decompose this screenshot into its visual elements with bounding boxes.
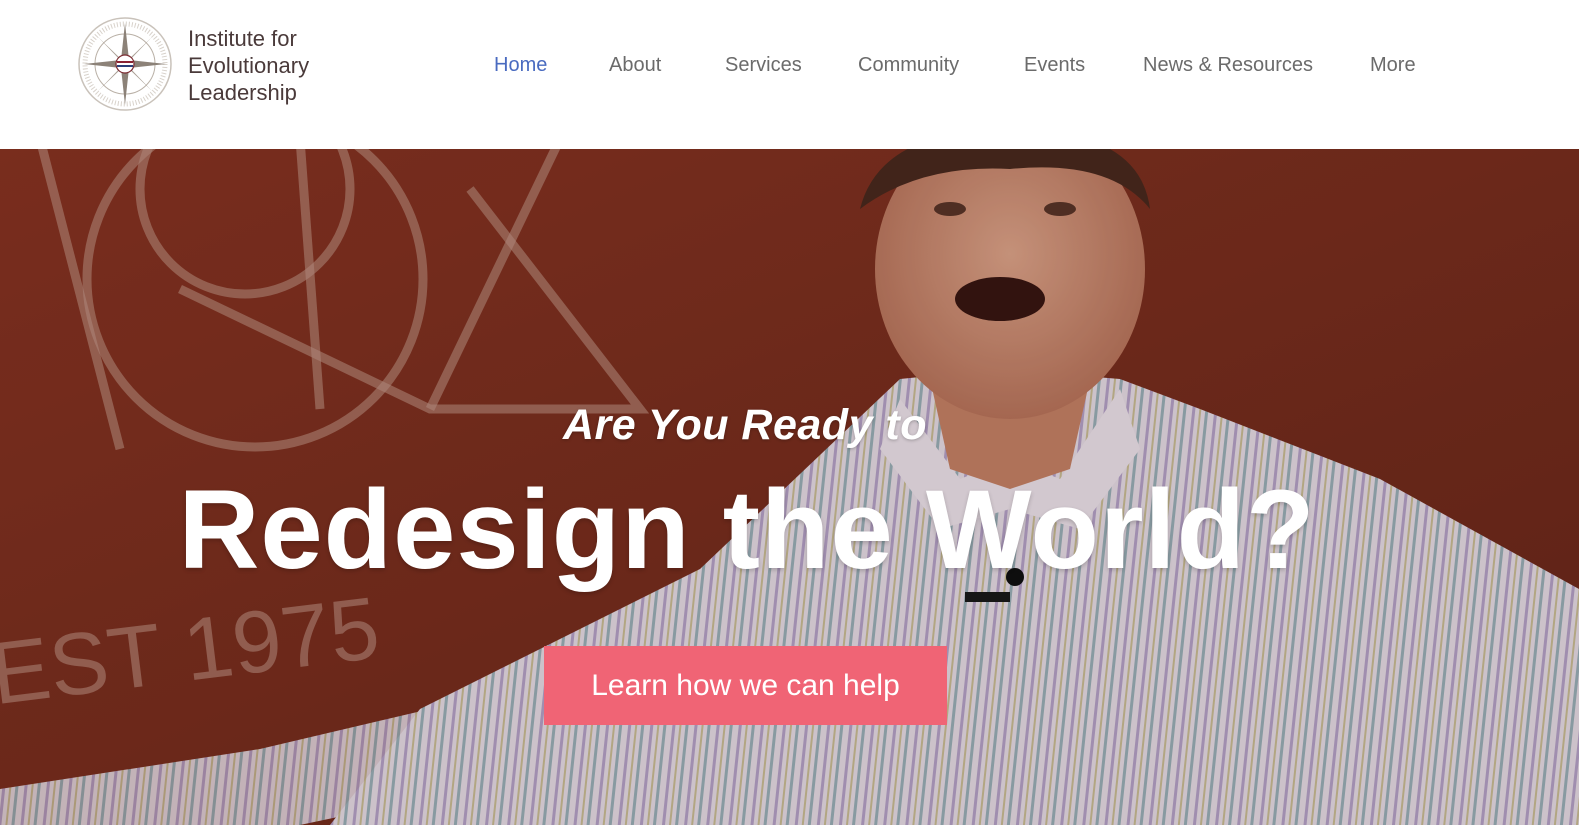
compass-rose-icon[interactable] [76, 15, 174, 113]
hero-title: Redesign the World? [178, 467, 1316, 592]
site-header: Institute for Evolutionary Leadership Ho… [0, 0, 1579, 149]
hero-subtitle: Are You Ready to [562, 401, 928, 449]
nav-item-events[interactable]: Events [1024, 51, 1085, 79]
nav-item-services[interactable]: Services [725, 51, 802, 79]
nav-item-more[interactable]: More [1370, 51, 1416, 79]
nav-item-about[interactable]: About [609, 51, 661, 79]
brand-name-line: Institute for [188, 26, 297, 51]
hero-banner: EST 1975 Are You Ready to Redesign the W… [0, 149, 1579, 825]
brand-name-line: Evolutionary [188, 53, 310, 78]
brand-name-line: Leadership [188, 80, 297, 105]
brand-name[interactable]: Institute for Evolutionary Leadership [188, 25, 309, 106]
nav-item-community[interactable]: Community [858, 51, 959, 79]
nav-item-home[interactable]: Home [494, 51, 547, 79]
learn-how-button[interactable]: Learn how we can help [544, 646, 947, 725]
nav-item-news-resources[interactable]: News & Resources [1143, 51, 1313, 79]
